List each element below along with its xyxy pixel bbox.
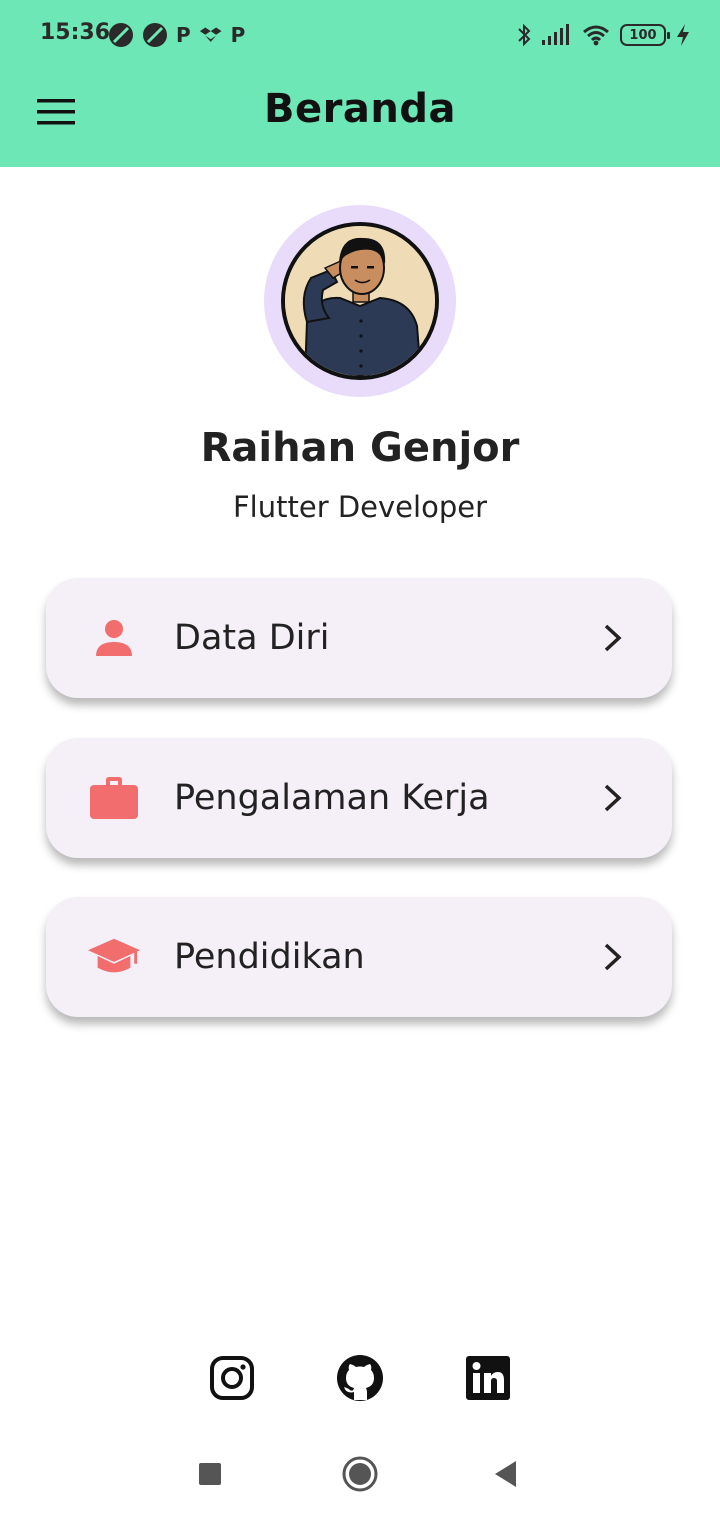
back-icon: [495, 1461, 516, 1487]
menu-item-data-diri[interactable]: Data Diri: [46, 578, 672, 698]
menu-item-pengalaman-kerja[interactable]: Pengalaman Kerja: [46, 738, 672, 858]
github-button[interactable]: [334, 1352, 386, 1404]
notification-icon: [143, 23, 167, 47]
linkedin-icon: [466, 1356, 510, 1400]
profile-role: Flutter Developer: [233, 490, 487, 524]
status-bar: 15:36 P P 100: [0, 0, 720, 70]
chevron-right-icon: [594, 779, 632, 817]
menu-item-label: Pendidikan: [174, 937, 365, 977]
chevron-right-icon: [594, 938, 632, 976]
graduation-cap-icon: [88, 933, 140, 981]
system-icons: 100: [516, 20, 690, 50]
linkedin-button[interactable]: [462, 1352, 514, 1404]
notification-icon: [109, 23, 133, 47]
app-bar: 15:36 P P 100 Beranda: [0, 0, 720, 167]
instagram-icon: [210, 1356, 254, 1400]
charging-icon: [677, 24, 689, 46]
briefcase-icon: [88, 774, 140, 822]
social-links: [0, 1352, 720, 1404]
notification-icons: P P: [108, 20, 245, 50]
github-icon: [337, 1355, 383, 1401]
system-navigation-bar: [0, 1440, 720, 1510]
wifi-icon: [583, 25, 609, 46]
recents-icon: [199, 1463, 221, 1485]
instagram-button[interactable]: [206, 1352, 258, 1404]
avatar-illustration: [281, 222, 439, 380]
signal-icon: [542, 24, 569, 45]
dropbox-icon: [199, 27, 222, 42]
menu-item-label: Data Diri: [174, 618, 330, 658]
battery-indicator: 100: [620, 24, 670, 46]
recents-button[interactable]: [188, 1452, 232, 1496]
p-app-icon: P: [230, 23, 246, 47]
avatar-portrait-image: [285, 226, 435, 376]
back-button[interactable]: [484, 1452, 528, 1496]
profile-name: Raihan Genjor: [200, 425, 520, 471]
p-app-icon: P: [176, 23, 191, 47]
page-title: Beranda: [264, 86, 456, 132]
home-button[interactable]: [338, 1452, 382, 1496]
battery-level: 100: [629, 27, 657, 43]
bluetooth-icon: [518, 23, 531, 47]
home-icon: [342, 1456, 378, 1492]
status-time: 15:36: [40, 20, 111, 45]
menu-item-label: Pengalaman Kerja: [174, 778, 490, 818]
chevron-right-icon: [594, 619, 632, 657]
avatar: [264, 205, 456, 397]
person-icon: [88, 614, 140, 662]
menu-item-pendidikan[interactable]: Pendidikan: [46, 897, 672, 1017]
